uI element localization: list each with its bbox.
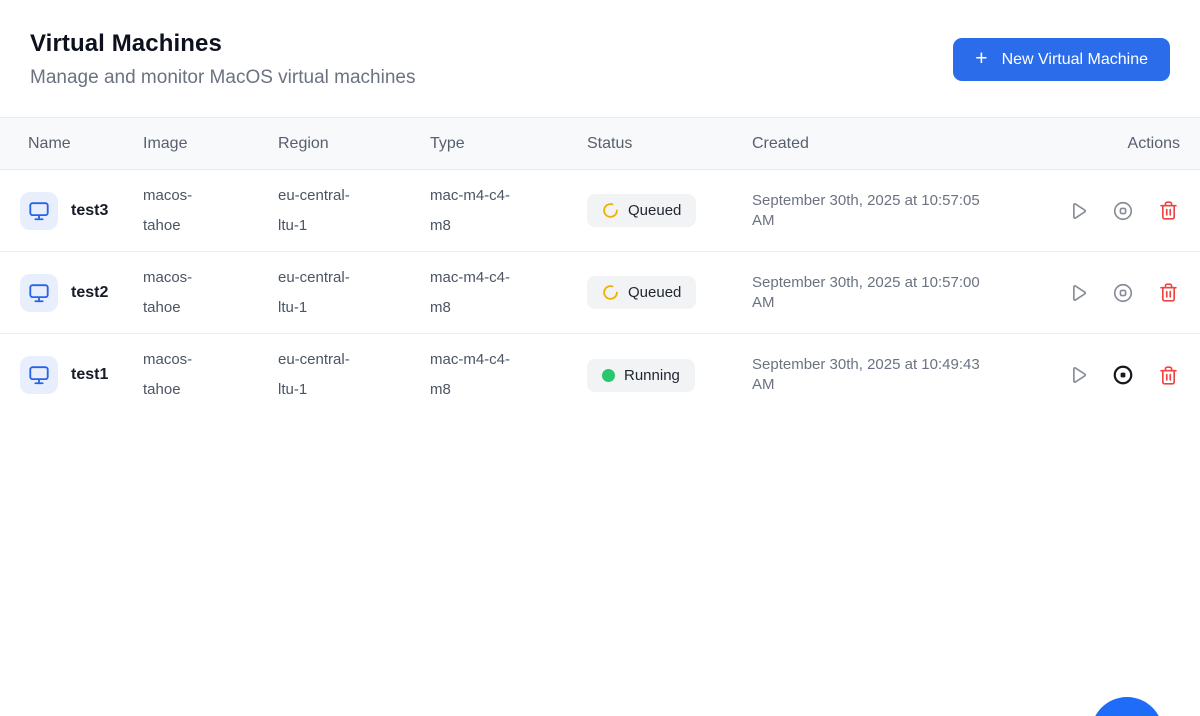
column-header-type: Type (430, 135, 587, 153)
vm-created-cell: September 30th, 2025 at 10:49:43 AM (752, 355, 992, 395)
vm-type-cell: mac-m4-c4-m8 (430, 345, 587, 405)
monitor-icon (20, 274, 58, 312)
vm-created-cell: September 30th, 2025 at 10:57:00 AM (752, 273, 992, 313)
vm-table: Name Image Region Type Status Created Ac… (0, 117, 1200, 416)
table-header-row: Name Image Region Type Status Created Ac… (0, 117, 1200, 170)
vm-image-cell: macos-tahoe (143, 345, 278, 405)
status-badge: Queued (587, 194, 696, 227)
column-header-name: Name (20, 135, 143, 153)
vm-table-row: test1 macos-tahoe eu-central-ltu-1 mac-m… (0, 334, 1200, 416)
stop-icon[interactable] (1111, 281, 1135, 305)
monitor-icon (20, 192, 58, 230)
vm-name-cell: test2 (20, 274, 143, 312)
floating-action-button[interactable] (1091, 697, 1163, 716)
vm-region-cell: eu-central-ltu-1 (278, 263, 430, 323)
play-icon[interactable] (1066, 363, 1090, 387)
vm-status-cell: Queued (587, 194, 752, 227)
spinner-icon (602, 202, 619, 219)
vm-region-cell: eu-central-ltu-1 (278, 345, 430, 405)
status-badge: Queued (587, 276, 696, 309)
plus-icon: + (975, 48, 987, 69)
vm-name-cell: test1 (20, 356, 143, 394)
trash-icon[interactable] (1156, 363, 1180, 387)
vm-actions-cell (1007, 281, 1180, 305)
vm-created-cell: September 30th, 2025 at 10:57:05 AM (752, 191, 992, 231)
column-header-image: Image (143, 135, 278, 153)
column-header-created: Created (752, 135, 1007, 153)
stop-icon[interactable] (1111, 199, 1135, 223)
status-badge: Running (587, 359, 695, 392)
vm-actions-cell (1007, 199, 1180, 223)
trash-icon[interactable] (1156, 199, 1180, 223)
vm-status-cell: Queued (587, 276, 752, 309)
status-label: Queued (628, 284, 681, 301)
vm-table-body: test3 macos-tahoe eu-central-ltu-1 mac-m… (0, 170, 1200, 416)
spinner-icon (602, 284, 619, 301)
vm-image-cell: macos-tahoe (143, 263, 278, 323)
vm-actions-cell (1007, 363, 1180, 387)
vm-image-cell: macos-tahoe (143, 181, 278, 241)
page-header-text: Virtual Machines Manage and monitor MacO… (30, 30, 415, 89)
vm-status-cell: Running (587, 359, 752, 392)
status-label: Queued (628, 202, 681, 219)
vm-table-row: test2 macos-tahoe eu-central-ltu-1 mac-m… (0, 252, 1200, 334)
vm-type-cell: mac-m4-c4-m8 (430, 181, 587, 241)
play-icon[interactable] (1066, 199, 1090, 223)
stop-icon[interactable] (1111, 363, 1135, 387)
status-label: Running (624, 367, 680, 384)
vm-table-row: test3 macos-tahoe eu-central-ltu-1 mac-m… (0, 170, 1200, 252)
monitor-icon (20, 356, 58, 394)
column-header-region: Region (278, 135, 430, 153)
vm-name: test3 (71, 202, 108, 220)
page-subtitle: Manage and monitor MacOS virtual machine… (30, 67, 415, 89)
column-header-actions: Actions (1007, 135, 1180, 153)
green-dot-icon (602, 369, 615, 382)
new-virtual-machine-button-label: New Virtual Machine (1002, 51, 1148, 69)
vm-name: test2 (71, 284, 108, 302)
new-virtual-machine-button[interactable]: + New Virtual Machine (953, 38, 1170, 81)
vm-type-cell: mac-m4-c4-m8 (430, 263, 587, 323)
page-title: Virtual Machines (30, 30, 415, 58)
vm-name-cell: test3 (20, 192, 143, 230)
play-icon[interactable] (1066, 281, 1090, 305)
vm-region-cell: eu-central-ltu-1 (278, 181, 430, 241)
column-header-status: Status (587, 135, 752, 153)
vm-name: test1 (71, 366, 108, 384)
trash-icon[interactable] (1156, 281, 1180, 305)
page-header: Virtual Machines Manage and monitor MacO… (0, 0, 1200, 117)
